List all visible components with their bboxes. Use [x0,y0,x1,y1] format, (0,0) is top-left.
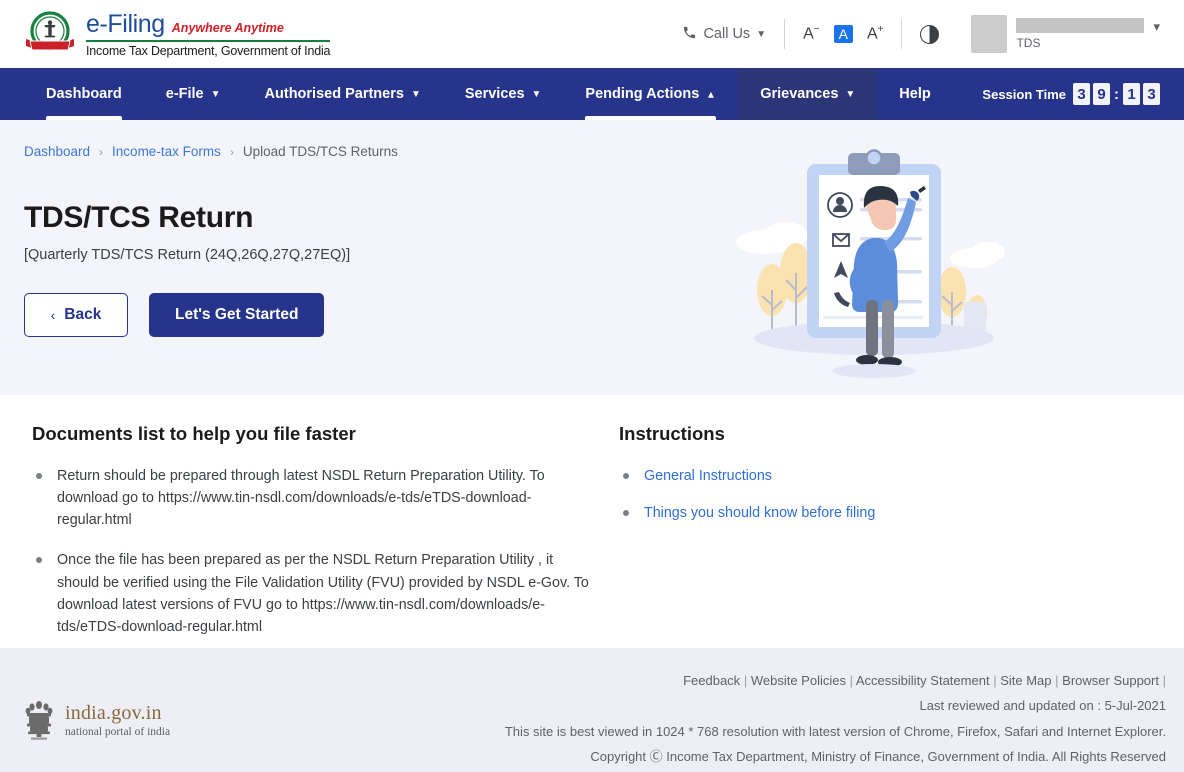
footer-info: Feedback | Website Policies | Accessibil… [505,668,1166,772]
user-name-redacted [1016,18,1144,33]
footer-best-viewed: This site is best viewed in 1024 * 768 r… [505,719,1166,744]
contrast-icon [920,25,939,44]
chevron-down-icon: ▼ [756,29,766,40]
nav-item-e-file[interactable]: e-File ▼ [144,68,243,120]
session-digit: 3 [1143,83,1160,105]
session-digit: 1 [1123,83,1140,105]
footer-link-site-map[interactable]: Site Map [1000,673,1051,688]
session-colon: : [1114,86,1119,103]
footer-link-separator: | [993,673,996,688]
nav-label: Authorised Partners [265,86,404,102]
footer-link-feedback[interactable]: Feedback [683,673,740,688]
site-header: e-Filing Anywhere Anytime Income Tax Dep… [0,0,1184,68]
documents-list: Return should be prepared through latest… [32,465,592,638]
footer-link-website-policies[interactable]: Website Policies [751,673,846,688]
documents-column: Documents list to help you file faster R… [32,423,592,649]
instructions-column: Instructions General Instructions Things… [592,423,875,649]
general-instructions-link[interactable]: General Instructions [644,468,772,484]
list-item: Once the file has been prepared as per t… [32,549,592,638]
footer-link-browser-support[interactable]: Browser Support [1062,673,1159,688]
things-to-know-link[interactable]: Things you should know before filing [644,505,875,521]
footer-link-separator: | [1163,673,1166,688]
phone-icon [682,25,697,44]
main-navigation: Dashboard e-File ▼ Authorised Partners ▼… [0,68,1184,120]
footer-link-separator: | [1055,673,1058,688]
font-size-controls: A− A A+ [785,25,901,43]
chevron-down-icon: ▼ [411,89,421,100]
india-gov-logo[interactable]: india.gov.in national portal of india [24,668,170,772]
nav-item-help[interactable]: Help [877,68,952,120]
chevron-down-icon: ▼ [532,89,542,100]
font-decrease-button[interactable]: A− [803,25,820,42]
india-gov-title: india.gov.in [65,702,170,725]
avatar [971,15,1007,53]
list-item: General Instructions [619,465,875,487]
chevron-left-icon: ‹ [51,307,56,323]
chevron-down-icon: ▼ [211,89,221,100]
back-button[interactable]: ‹ Back [24,293,128,337]
brand-title: e-Filing [86,10,165,39]
contrast-toggle-button[interactable] [902,25,957,44]
content-section: Documents list to help you file faster R… [0,395,1184,649]
footer-copyright: Copyright Ⓒ Income Tax Department, Minis… [505,744,1166,769]
instructions-title: Instructions [619,423,875,445]
nav-label: Services [465,86,525,102]
list-item: Return should be prepared through latest… [32,465,592,531]
user-menu[interactable]: TDS ▾ [957,15,1160,53]
lets-get-started-button[interactable]: Let's Get Started [149,293,324,337]
brand-text: e-Filing Anywhere Anytime Income Tax Dep… [86,10,330,58]
call-us-label: Call Us [703,26,750,42]
list-item: Things you should know before filing [619,502,875,524]
session-digit: 9 [1093,83,1110,105]
font-normal-button[interactable]: A [834,25,853,43]
chevron-up-icon: ▼ [706,89,716,100]
nav-item-grievances[interactable]: Grievances ▼ [738,68,877,120]
documents-title: Documents list to help you file faster [32,423,592,445]
instructions-list: General Instructions Things you should k… [619,465,875,524]
nav-item-dashboard[interactable]: Dashboard [24,68,144,120]
footer-last-reviewed: Last reviewed and updated on : 5-Jul-202… [505,693,1166,718]
india-gov-subtitle: national portal of india [65,726,170,738]
nav-item-services[interactable]: Services ▼ [443,68,564,120]
person-filling-form-illustration [724,130,1024,380]
back-button-label: Back [64,306,101,324]
breadcrumb-separator: › [99,145,103,159]
font-increase-button[interactable]: A+ [867,25,884,42]
call-us-dropdown[interactable]: Call Us ▼ [664,25,784,44]
session-timer: Session Time 3 9 : 1 3 [982,68,1184,120]
chevron-down-icon: ▼ [845,89,855,100]
header-actions: Call Us ▼ A− A A+ TDS ▾ [664,10,1160,58]
nav-label: Dashboard [46,86,122,102]
breadcrumb-item-current: Upload TDS/TCS Returns [243,144,398,159]
footer-links: Feedback | Website Policies | Accessibil… [505,668,1166,693]
brand-logo[interactable]: e-Filing Anywhere Anytime Income Tax Dep… [24,8,330,60]
footer-link-separator: | [850,673,853,688]
footer-link-accessibility-statement[interactable]: Accessibility Statement [856,673,990,688]
nav-label: Help [899,86,930,102]
user-role-label: TDS [1016,36,1144,50]
nav-label: Grievances [760,86,838,102]
brand-divider [86,40,330,42]
nav-item-authorised-partners[interactable]: Authorised Partners ▼ [243,68,443,120]
nav-item-pending-actions[interactable]: Pending Actions ▼ [563,68,738,120]
breadcrumb-item-income-tax-forms[interactable]: Income-tax Forms [112,144,221,159]
hero-section: Dashboard › Income-tax Forms › Upload TD… [0,120,1184,395]
ashoka-emblem-icon [24,698,54,742]
session-timer-label: Session Time [982,87,1066,102]
chevron-down-icon: ▾ [1153,19,1160,35]
site-footer: india.gov.in national portal of india Fe… [0,648,1184,772]
breadcrumb-item-dashboard[interactable]: Dashboard [24,144,90,159]
footer-link-separator: | [744,673,747,688]
brand-tagline: Anywhere Anytime [172,21,284,35]
brand-department: Income Tax Department, Government of Ind… [86,44,330,58]
nav-label: Pending Actions [585,86,699,102]
income-tax-department-emblem-icon [24,8,76,60]
nav-label: e-File [166,86,204,102]
session-digit: 3 [1073,83,1090,105]
breadcrumb-separator: › [230,145,234,159]
